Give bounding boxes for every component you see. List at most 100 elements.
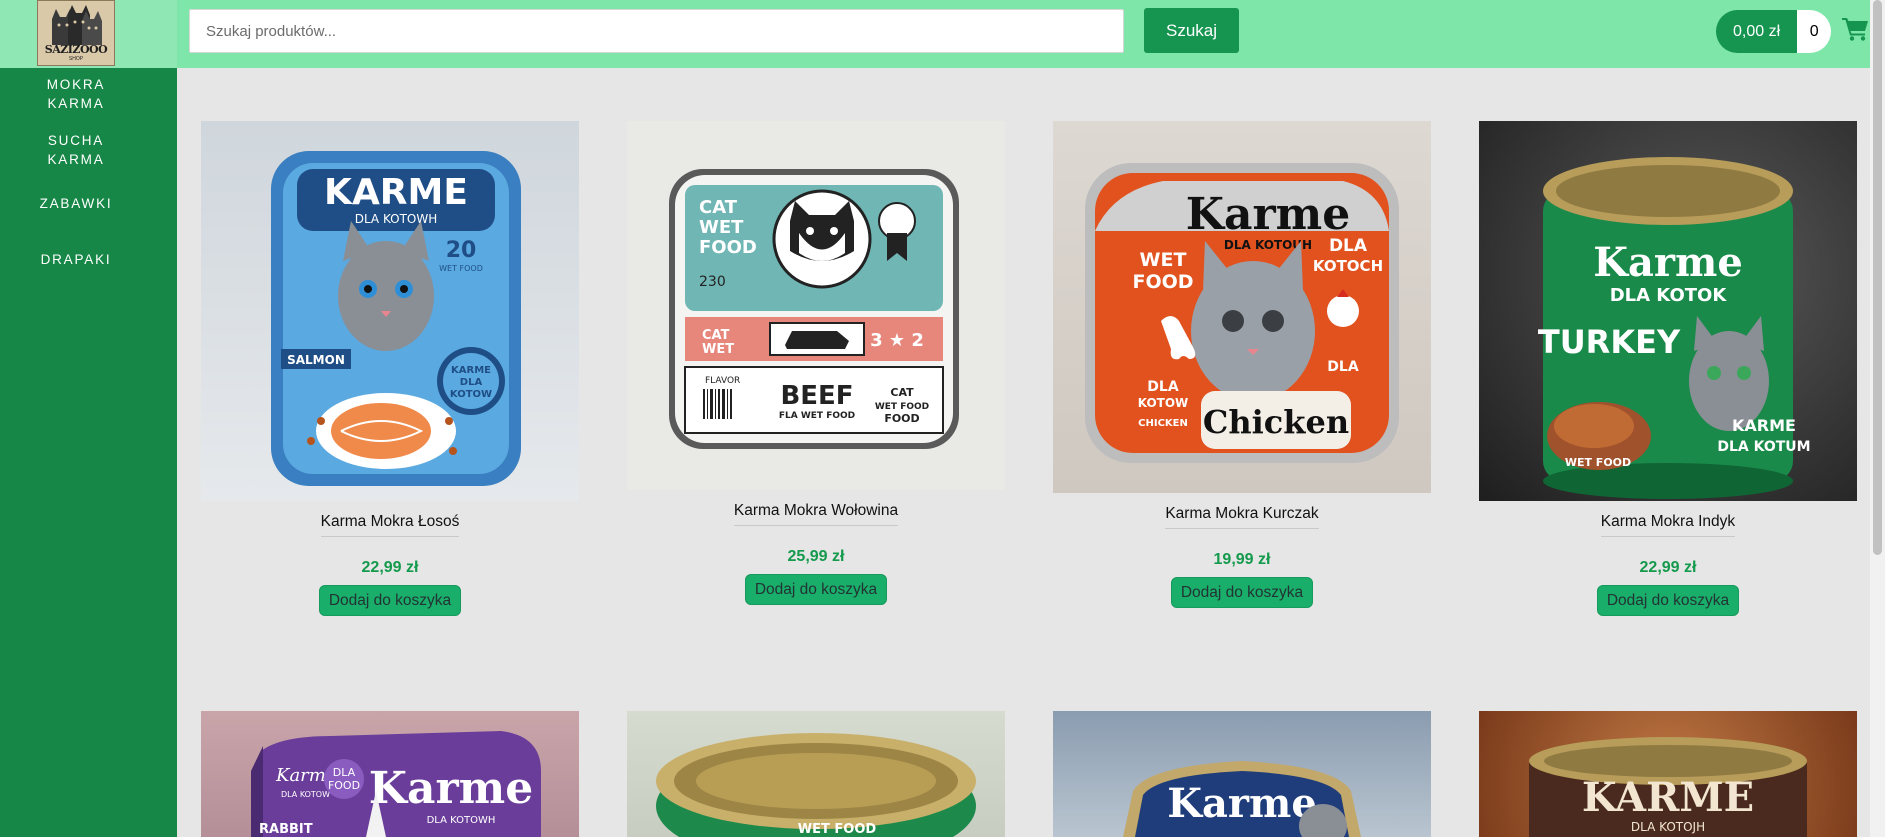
product-card: Karme DLA KOTOK TURKEY KARME DLA KOTUM W… [1479, 121, 1857, 616]
product-price: 19,99 zł [1213, 551, 1271, 568]
product-image[interactable]: WET FOOD [627, 711, 1005, 837]
product-name[interactable]: Karma Mokra Indyk [1600, 513, 1736, 537]
beef-package-image: CAT WET FOOD 230 CAT WET 3 ★ 2 FLAVOR BE… [669, 169, 959, 449]
product-name[interactable]: Karma Mokra Łosoś [320, 513, 460, 537]
sidebar-item-sucha-karma[interactable]: SUCHA KARMA [0, 131, 152, 169]
svg-text:KOTOW: KOTOW [450, 389, 492, 400]
product-image[interactable]: Karme [1053, 711, 1431, 837]
svg-text:Chicken: Chicken [1203, 403, 1349, 441]
product-price: 25,99 zł [787, 548, 845, 565]
add-to-cart-button[interactable]: Dodaj do koszyka [744, 574, 888, 605]
svg-text:FOOD: FOOD [328, 779, 360, 792]
sidebar-item-label: MOKRA [46, 77, 106, 92]
cats-logo-icon [52, 5, 102, 45]
svg-text:DLA: DLA [1329, 236, 1368, 256]
cart-count[interactable]: 0 [1797, 10, 1832, 53]
cart-total[interactable]: 0,00 zł [1716, 10, 1798, 53]
sidebar-item-label: SUCHA [47, 133, 105, 148]
svg-text:Karme: Karme [369, 763, 533, 814]
svg-text:WET FOOD: WET FOOD [439, 264, 483, 273]
product-card: Karme DLA KOTOUH WET FOOD DLA KOTOCH DLA… [1053, 121, 1431, 608]
svg-text:CAT: CAT [702, 328, 730, 343]
product-card: CAT WET FOOD 230 CAT WET 3 ★ 2 FLAVOR BE… [627, 121, 1005, 605]
can-package-image: WET FOOD [656, 733, 976, 837]
product-card: KARME DLA KOTOWH 20 WET FOOD SALMON KARM… [201, 121, 579, 616]
svg-text:KARME: KARME [1582, 774, 1754, 821]
product-image[interactable]: Karme DLA KOTOW DLA FOOD Karme DLA KOTOW… [201, 711, 579, 837]
svg-text:DLA KOTOJH: DLA KOTOJH [1631, 820, 1705, 834]
svg-text:CHICKEN: CHICKEN [1138, 418, 1188, 429]
store-logo[interactable]: SAZIZOOO SHOP [37, 0, 115, 66]
search-input[interactable] [189, 9, 1124, 53]
svg-text:Karme: Karme [1167, 780, 1317, 827]
add-to-cart-button[interactable]: Dodaj do koszyka [1170, 577, 1314, 608]
svg-text:DLA: DLA [1327, 359, 1359, 375]
add-to-cart-button[interactable]: Dodaj do koszyka [1596, 585, 1740, 616]
product-price: 22,99 zł [361, 559, 419, 576]
svg-text:DLA KOTOWH: DLA KOTOWH [427, 815, 496, 826]
scrollbar-thumb[interactable] [1873, 0, 1882, 555]
svg-text:FOOD: FOOD [1132, 271, 1193, 293]
svg-text:FOOD: FOOD [884, 412, 919, 425]
product-image[interactable]: Karme DLA KOTOK TURKEY KARME DLA KOTUM W… [1479, 121, 1857, 501]
svg-text:RABBIT: RABBIT [259, 822, 313, 837]
svg-text:WET: WET [699, 217, 744, 238]
chicken-tray-image: Karme DLA KOTOUH WET FOOD DLA KOTOCH DLA… [1085, 163, 1399, 463]
svg-text:DLA KOTOK: DLA KOTOK [1610, 285, 1728, 306]
tray-package-image: Karme [1123, 761, 1361, 837]
svg-text:DLA: DLA [333, 766, 356, 779]
product-card: Karme DLA KOTOW DLA FOOD Karme DLA KOTOW… [201, 711, 579, 837]
svg-text:SALMON: SALMON [287, 353, 345, 367]
svg-text:WET: WET [702, 342, 734, 357]
svg-text:DLA: DLA [1147, 379, 1179, 395]
svg-text:Karme: Karme [1186, 189, 1350, 240]
shopping-cart-icon[interactable] [1842, 17, 1869, 41]
svg-text:FOOD: FOOD [699, 237, 757, 258]
product-name[interactable]: Karma Mokra Kurczak [1165, 505, 1319, 529]
svg-text:KOTOW: KOTOW [1138, 396, 1189, 410]
product-image[interactable]: CAT WET FOOD 230 CAT WET 3 ★ 2 FLAVOR BE… [627, 121, 1005, 490]
svg-text:WET FOOD: WET FOOD [798, 822, 877, 837]
page-scrollbar[interactable] [1870, 0, 1885, 837]
svg-text:WET: WET [1140, 249, 1187, 271]
sidebar-item-drapaki[interactable]: DRAPAKI [0, 250, 152, 269]
cart-summary[interactable]: 0,00 zł 0 [1716, 10, 1832, 53]
svg-text:BEEF: BEEF [780, 381, 853, 411]
svg-text:FLAVOR: FLAVOR [705, 376, 740, 386]
svg-text:KARME: KARME [1732, 416, 1796, 435]
product-image[interactable]: KARME DLA KOTOJH [1479, 711, 1857, 837]
svg-text:WET FOOD: WET FOOD [875, 402, 929, 412]
svg-text:CAT: CAT [890, 386, 914, 399]
add-to-cart-button[interactable]: Dodaj do koszyka [318, 585, 462, 616]
sidebar-item-mokra-karma[interactable]: MOKRA KARMA [0, 75, 152, 113]
svg-text:Karme: Karme [1593, 239, 1743, 286]
logo-area: SAZIZOOO SHOP [0, 0, 177, 68]
svg-text:CAT: CAT [699, 197, 738, 218]
dark-can-image: KARME DLA KOTOJH [1529, 737, 1807, 837]
sidebar-item-label: KARMA [47, 152, 105, 167]
svg-text:230: 230 [699, 274, 726, 290]
turkey-can-image: Karme DLA KOTOK TURKEY KARME DLA KOTUM W… [1538, 157, 1811, 499]
product-price: 22,99 zł [1639, 559, 1697, 576]
svg-text:FLA WET FOOD: FLA WET FOOD [779, 411, 855, 421]
svg-text:DLA: DLA [460, 377, 483, 388]
sidebar-item-label: DRAPAKI [40, 252, 112, 267]
product-image[interactable]: Karme DLA KOTOUH WET FOOD DLA KOTOCH DLA… [1053, 121, 1431, 493]
svg-text:KARME: KARME [324, 172, 468, 213]
sidebar-item-label: KARMA [47, 96, 105, 111]
header-bar: SAZIZOOO SHOP Szukaj 0,00 zł 0 [0, 0, 1870, 68]
product-image[interactable]: KARME DLA KOTOWH 20 WET FOOD SALMON KARM… [201, 121, 579, 501]
svg-text:DLA KOTOWH: DLA KOTOWH [355, 212, 438, 226]
logo-subtext: SHOP [68, 56, 84, 62]
salmon-package-image: KARME DLA KOTOWH 20 WET FOOD SALMON KARM… [271, 151, 521, 486]
svg-text:20: 20 [446, 238, 477, 263]
sidebar-item-zabawki[interactable]: ZABAWKI [0, 194, 152, 213]
rabbit-package-image: Karme DLA KOTOW DLA FOOD Karme DLA KOTOW… [251, 731, 541, 837]
svg-text:KOTOCH: KOTOCH [1313, 257, 1383, 275]
sidebar-nav: MOKRA KARMA SUCHA KARMA ZABAWKI DRAPAKI [0, 68, 177, 837]
product-card: WET FOOD [627, 711, 1005, 837]
product-card: KARME DLA KOTOJH [1479, 711, 1857, 837]
product-name[interactable]: Karma Mokra Wołowina [733, 502, 899, 526]
svg-text:DLA KOTOW: DLA KOTOW [281, 790, 330, 799]
search-button[interactable]: Szukaj [1144, 8, 1239, 53]
